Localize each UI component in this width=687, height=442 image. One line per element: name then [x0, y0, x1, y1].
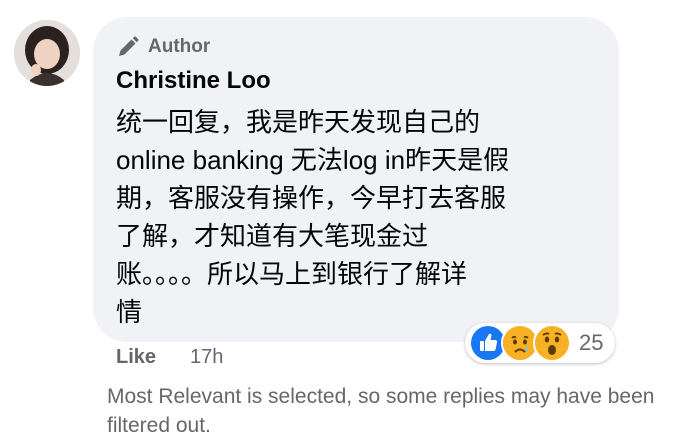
comment-actions: Like 17h — [116, 346, 223, 369]
profile-photo-icon — [14, 20, 80, 86]
pen-icon — [119, 36, 139, 56]
comment-timestamp[interactable]: 17h — [190, 346, 223, 369]
commenter-name[interactable]: Christine Loo — [116, 67, 271, 95]
filter-notice: Most Relevant is selected, so some repli… — [107, 385, 655, 437]
reactions-summary[interactable]: 25 — [465, 323, 615, 363]
reaction-count: 25 — [579, 330, 604, 355]
comment-bubble: Author Christine Loo 统一回复，我是昨天发现自己的 onli… — [93, 17, 619, 342]
author-badge: Author — [116, 35, 210, 59]
wow-icon — [533, 324, 571, 362]
avatar[interactable] — [14, 20, 80, 86]
like-button[interactable]: Like — [116, 346, 156, 369]
author-badge-label: Author — [148, 36, 211, 57]
comment-text: 统一回复，我是昨天发现自己的 online banking 无法log in昨天… — [116, 107, 510, 327]
